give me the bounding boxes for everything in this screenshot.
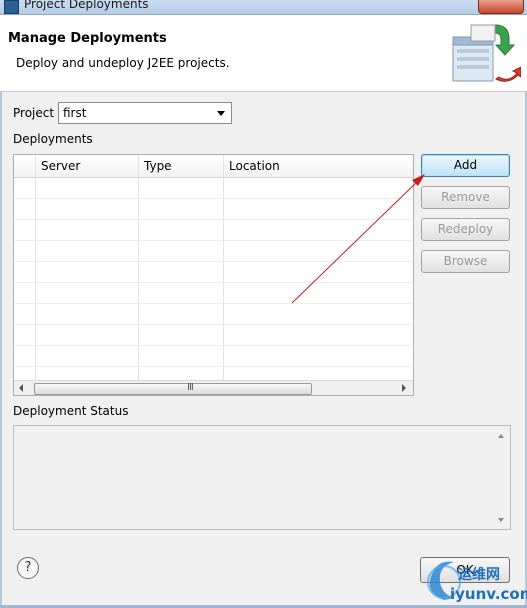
- watermark-text: 运维网: [458, 567, 500, 583]
- help-icon[interactable]: ?: [17, 557, 39, 579]
- deployment-status-label: Deployment Status: [13, 404, 129, 418]
- scroll-down-icon[interactable]: [498, 518, 504, 522]
- deployment-status-area[interactable]: [13, 425, 511, 530]
- watermark-url: iyunv.com: [450, 585, 527, 603]
- scroll-up-icon[interactable]: [498, 434, 504, 438]
